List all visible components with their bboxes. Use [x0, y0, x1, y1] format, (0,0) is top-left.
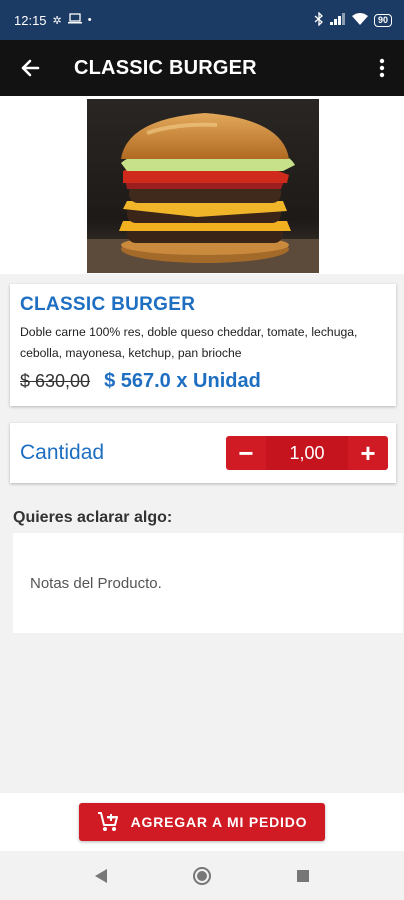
decrease-quantity-button[interactable]: −	[226, 436, 266, 470]
bottom-action-bar: AGREGAR A MI PEDIDO	[0, 793, 404, 851]
status-bar: 12:15 ✲ • 90	[0, 0, 404, 40]
dot-icon: •	[87, 14, 92, 26]
nav-home-button[interactable]	[182, 856, 222, 896]
add-to-order-button[interactable]: AGREGAR A MI PEDIDO	[79, 803, 325, 841]
unit-price: $ 567.0 x Unidad	[104, 370, 261, 392]
signal-icon	[329, 12, 346, 28]
system-nav-bar	[0, 851, 404, 900]
product-image-area	[0, 96, 404, 274]
burger-photo	[87, 99, 319, 273]
quantity-label: Cantidad	[20, 441, 105, 464]
quantity-value: 1,00	[266, 436, 348, 470]
app-bar: CLASSIC BURGER	[0, 40, 404, 96]
status-left: 12:15 ✲ •	[14, 13, 92, 28]
original-price: $ 630,00	[20, 371, 91, 391]
overflow-menu-button[interactable]	[360, 40, 404, 96]
minus-icon: −	[238, 437, 254, 468]
notes-box	[13, 533, 403, 633]
bluetooth-icon	[314, 10, 324, 29]
quantity-stepper: − 1,00 +	[226, 436, 388, 470]
triangle-back-icon	[94, 868, 107, 883]
status-right: 90	[314, 10, 392, 29]
page-title: CLASSIC BURGER	[74, 56, 257, 79]
product-card: CLASSIC BURGER Doble carne 100% res, dob…	[10, 284, 396, 406]
price-row: $ 630,00 $ 567.0 x Unidad	[20, 370, 386, 393]
plus-icon: +	[360, 437, 376, 468]
back-button[interactable]	[0, 40, 60, 96]
status-time: 12:15	[14, 12, 47, 28]
notes-label: Quieres aclarar algo:	[13, 509, 173, 526]
notification-fan-icon: ✲	[52, 14, 62, 27]
quantity-card: Cantidad − 1,00 +	[10, 423, 396, 483]
arrow-left-icon	[21, 59, 40, 77]
product-notes-input[interactable]	[30, 574, 386, 592]
circle-home-icon	[192, 866, 211, 885]
increase-quantity-button[interactable]: +	[348, 436, 388, 470]
battery-icon: 90	[373, 13, 392, 27]
wifi-icon	[351, 12, 368, 28]
more-vertical-icon	[379, 58, 385, 78]
laptop-icon	[67, 13, 82, 27]
product-description: Doble carne 100% res, doble queso chedda…	[20, 325, 358, 360]
nav-recents-button[interactable]	[283, 856, 323, 896]
product-name: CLASSIC BURGER	[20, 294, 196, 315]
add-to-cart-icon	[97, 812, 118, 831]
nav-back-button[interactable]	[81, 856, 121, 896]
square-recents-icon	[297, 869, 310, 882]
add-to-order-label: AGREGAR A MI PEDIDO	[130, 814, 308, 830]
